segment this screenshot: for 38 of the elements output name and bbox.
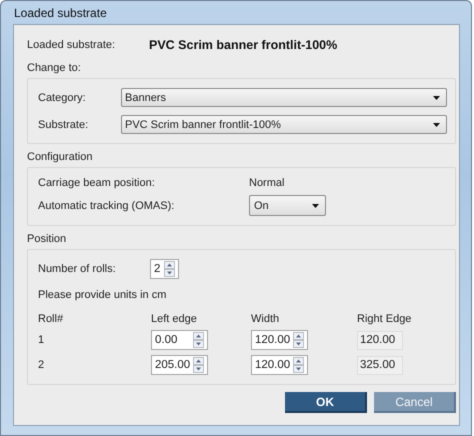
field-label: Substrate:: [38, 118, 90, 130]
spin-arrows-icon[interactable]: [193, 357, 204, 373]
spin-field[interactable]: 205.00: [151, 355, 208, 375]
column-header: Roll#: [38, 313, 64, 325]
field-label: Number of rolls:: [38, 263, 117, 275]
column-header: Right Edge: [357, 313, 412, 325]
spin-field[interactable]: 120.00: [251, 355, 308, 375]
section-title: Configuration: [27, 150, 94, 165]
spin-arrows-icon[interactable]: [164, 261, 175, 277]
dropdown[interactable]: On: [249, 195, 326, 216]
field-label: Category:: [38, 92, 87, 104]
caret-icon: [433, 96, 440, 100]
spin-field[interactable]: 2: [150, 259, 179, 279]
dropdown[interactable]: PVC Scrim banner frontlit-100%: [121, 115, 447, 134]
caret-icon: [312, 204, 319, 208]
right-edge-value: 120.00: [357, 330, 403, 350]
spin-arrows-icon[interactable]: [193, 332, 204, 348]
roll-number: 1: [38, 334, 46, 346]
caret-icon: [433, 122, 440, 126]
dropdown[interactable]: Banners: [121, 88, 447, 107]
spin-field[interactable]: 120.00: [251, 330, 308, 350]
field-label: Carriage beam position:: [38, 177, 156, 189]
spin-field[interactable]: 0.00: [151, 330, 208, 350]
column-header: Width: [251, 313, 280, 325]
spin-arrows-icon[interactable]: [293, 357, 304, 373]
right-edge-value: 325.00: [357, 356, 403, 374]
field-label: Automatic tracking (OMAS):: [38, 200, 176, 212]
hint-text: Please provide units in cm: [38, 289, 168, 301]
loaded-substrate-value: PVC Scrim banner frontlit-100%: [149, 38, 338, 52]
column-header: Left edge: [151, 313, 198, 325]
window-title: Loaded substrate: [14, 6, 107, 20]
field-label: Loaded substrate:: [27, 39, 116, 51]
carriage-beam-value: Normal: [249, 177, 284, 189]
section-title: Change to:: [27, 61, 82, 76]
roll-number: 2: [38, 359, 46, 371]
section-title: Position: [27, 232, 68, 247]
dialog-button[interactable]: OK: [285, 392, 367, 413]
spin-arrows-icon[interactable]: [293, 332, 304, 348]
